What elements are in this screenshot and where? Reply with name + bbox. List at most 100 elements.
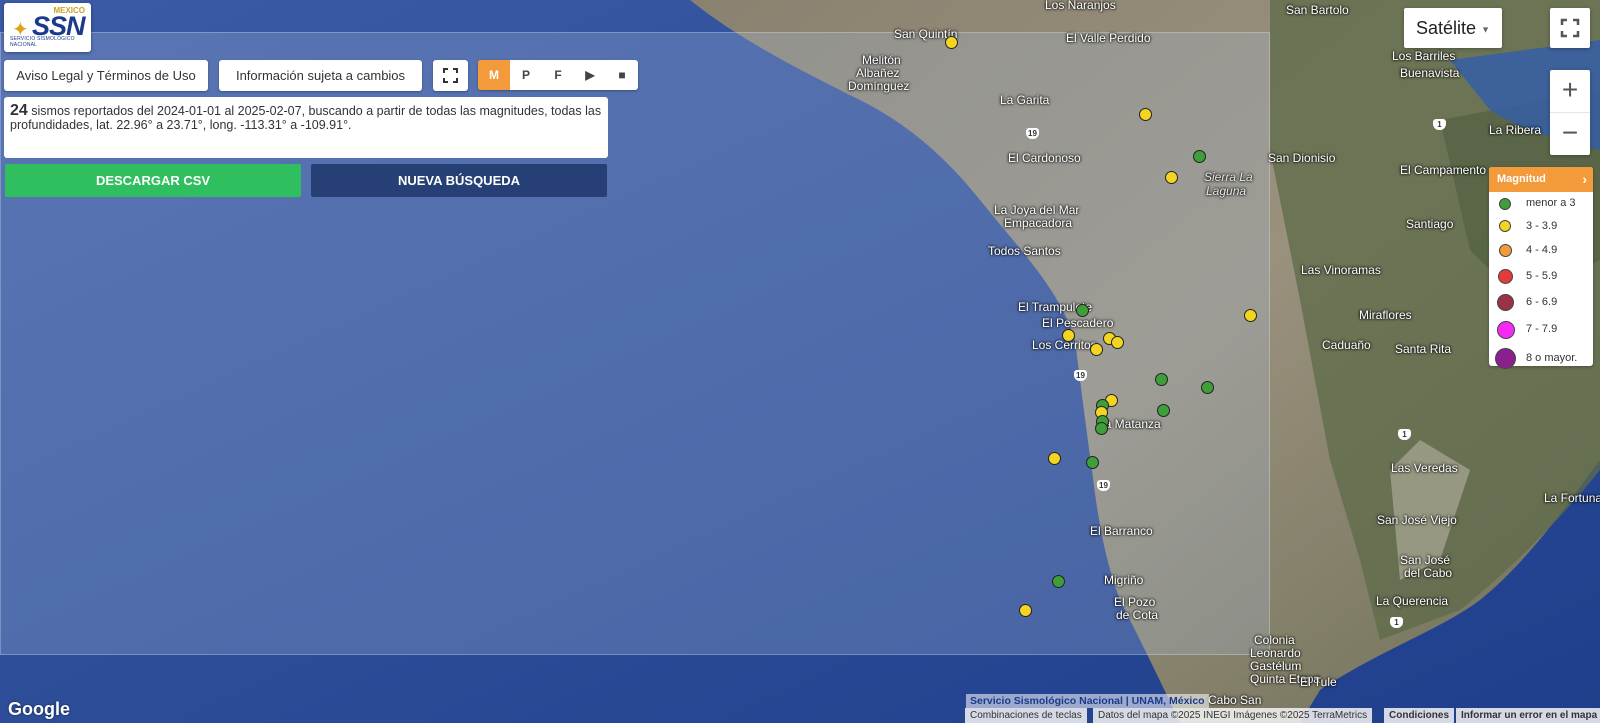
results-description: sismos reportados del 2024-01-01 al 2025… — [10, 104, 602, 132]
legend-label: 6 - 6.9 — [1526, 296, 1558, 308]
map-place-label: El Valle Perdido — [1066, 31, 1151, 45]
map-place-label: El Tule — [1300, 675, 1337, 689]
earthquake-marker[interactable] — [1193, 150, 1206, 163]
map-place-label: El Pescadero — [1042, 316, 1114, 330]
results-summary: 24 sismos reportados del 2024-01-01 al 2… — [4, 97, 608, 158]
map-place-label: Todos Santos — [988, 244, 1061, 258]
mode-f-button[interactable]: F — [542, 60, 574, 90]
legend-item: 5 - 5.9 — [1489, 263, 1593, 288]
zoom-controls: + − — [1550, 70, 1590, 155]
play-icon: ▶ — [585, 68, 595, 82]
map-place-label: La Garita — [1000, 93, 1050, 107]
map-place-label: Las Veredas — [1391, 461, 1458, 475]
legend-dot-icon — [1498, 269, 1513, 284]
plus-icon: + — [1561, 74, 1579, 105]
legend-title: Magnitud — [1497, 173, 1546, 185]
report-error-link[interactable]: Informar un error en el mapa — [1456, 708, 1600, 723]
legend-item: 7 - 7.9 — [1489, 314, 1593, 341]
earthquake-marker[interactable] — [1157, 404, 1170, 417]
fullscreen-button[interactable] — [1550, 8, 1590, 48]
map-place-label: Las Vinoramas — [1301, 263, 1381, 277]
map-place-label: La Querencia — [1376, 594, 1449, 608]
earthquake-marker[interactable] — [1165, 171, 1178, 184]
zoom-in-button[interactable]: + — [1550, 70, 1590, 112]
highway-shield-icon: 1 — [1398, 429, 1411, 440]
mode-p-button[interactable]: P — [510, 60, 542, 90]
new-search-button[interactable]: NUEVA BÚSQUEDA — [311, 164, 607, 197]
earthquake-marker[interactable] — [945, 36, 958, 49]
legend-label: 7 - 7.9 — [1526, 323, 1558, 335]
map-place-label: La Fortuna — [1544, 491, 1600, 505]
map-type-dropdown[interactable]: Satélite ▼ — [1404, 8, 1502, 48]
stop-icon: ■ — [618, 68, 626, 82]
legend-item: 3 - 3.9 — [1489, 217, 1593, 240]
legend-label: 4 - 4.9 — [1526, 244, 1558, 256]
highway-shield-icon: 1 — [1433, 119, 1446, 130]
map-place-label: El Campamento — [1400, 163, 1487, 177]
legend-item: 6 - 6.9 — [1489, 288, 1593, 314]
legend-label: 5 - 5.9 — [1526, 270, 1558, 282]
mode-m-button[interactable]: M — [478, 60, 510, 90]
legend-dot-icon — [1495, 348, 1516, 369]
map-data-attribution[interactable]: Datos del mapa ©2025 INEGI Imágenes ©202… — [1093, 708, 1373, 723]
earthquake-marker[interactable] — [1095, 422, 1108, 435]
legend-item: menor a 3 — [1489, 192, 1593, 217]
legend-label: 8 o mayor. — [1526, 352, 1578, 364]
legend-label: menor a 3 — [1526, 197, 1576, 209]
map-place-label: San Bartolo — [1286, 3, 1349, 17]
chevron-right-icon: › — [1582, 171, 1587, 187]
logo-subtitle: SERVICIO SISMOLÓGICO NACIONAL — [10, 36, 75, 48]
map-place-label: Cabo San — [1208, 693, 1262, 707]
earthquake-marker[interactable] — [1090, 343, 1103, 356]
legend-header[interactable]: Magnitud › — [1489, 167, 1593, 192]
map-place-label: Laguna — [1206, 184, 1247, 198]
highway-shield-icon: 19 — [1097, 480, 1110, 491]
earthquake-marker[interactable] — [1052, 575, 1065, 588]
keyboard-shortcuts-link[interactable]: Combinaciones de teclas — [965, 708, 1087, 723]
caret-down-icon: ▼ — [1481, 24, 1490, 35]
earthquake-marker[interactable] — [1086, 456, 1099, 469]
earthquake-marker[interactable] — [1201, 381, 1214, 394]
map-place-label: del Cabo — [1404, 566, 1453, 580]
play-button[interactable]: ▶ — [574, 60, 606, 90]
results-count: 24 — [10, 102, 28, 119]
earthquake-marker[interactable] — [1062, 329, 1075, 342]
earthquake-marker[interactable] — [1076, 304, 1089, 317]
map-place-label: La Ribera — [1489, 123, 1542, 137]
highway-shield-icon: 1 — [1390, 617, 1403, 628]
map-place-label: Buenavista — [1400, 66, 1460, 80]
map-place-label: Los Barriles — [1392, 49, 1456, 63]
earthquake-marker[interactable] — [1048, 452, 1061, 465]
map-place-label: El Barranco — [1090, 524, 1153, 538]
legal-terms-button[interactable]: Aviso Legal y Términos de Uso — [4, 60, 208, 91]
earthquake-marker[interactable] — [1111, 336, 1124, 349]
earthquake-marker[interactable] — [1019, 604, 1032, 617]
legend-label: 3 - 3.9 — [1526, 220, 1558, 232]
highway-shield-icon: 19 — [1026, 128, 1039, 139]
earthquake-marker[interactable] — [1244, 309, 1257, 322]
legend-item: 4 - 4.9 — [1489, 240, 1593, 263]
magnitude-legend: Magnitud › menor a 3 3 - 3.9 4 - 4.9 5 -… — [1489, 167, 1593, 369]
map-place-label: El Cardonoso — [1008, 151, 1081, 165]
legend-dot-icon — [1499, 244, 1512, 257]
ssn-credit[interactable]: Servicio Sismológico Nacional | UNAM, Mé… — [966, 694, 1209, 708]
terms-link[interactable]: Condiciones — [1384, 708, 1455, 723]
stop-button[interactable]: ■ — [606, 60, 638, 90]
map-type-label: Satélite — [1416, 18, 1477, 38]
zoom-out-button[interactable]: − — [1550, 112, 1590, 155]
legend-item: 8 o mayor. — [1489, 341, 1593, 371]
download-csv-button[interactable]: DESCARGAR CSV — [5, 164, 301, 197]
expand-button[interactable] — [433, 60, 468, 91]
legend-dot-icon — [1499, 198, 1511, 210]
google-logo[interactable]: Google — [8, 699, 70, 720]
earthquake-marker[interactable] — [1155, 373, 1168, 386]
map-place-label: Sierra La — [1204, 170, 1253, 184]
highway-shield-icon: 19 — [1074, 370, 1087, 381]
earthquake-marker[interactable] — [1139, 108, 1152, 121]
map-place-label: Migriño — [1104, 573, 1144, 587]
map-place-label: Miraflores — [1359, 308, 1412, 322]
ssn-logo[interactable]: ✦ MEXICO SSN SERVICIO SISMOLÓGICO NACION… — [4, 3, 91, 52]
minus-icon: − — [1561, 117, 1579, 148]
info-changes-button[interactable]: Información sujeta a cambios — [219, 60, 422, 91]
fullscreen-icon — [1560, 18, 1580, 38]
